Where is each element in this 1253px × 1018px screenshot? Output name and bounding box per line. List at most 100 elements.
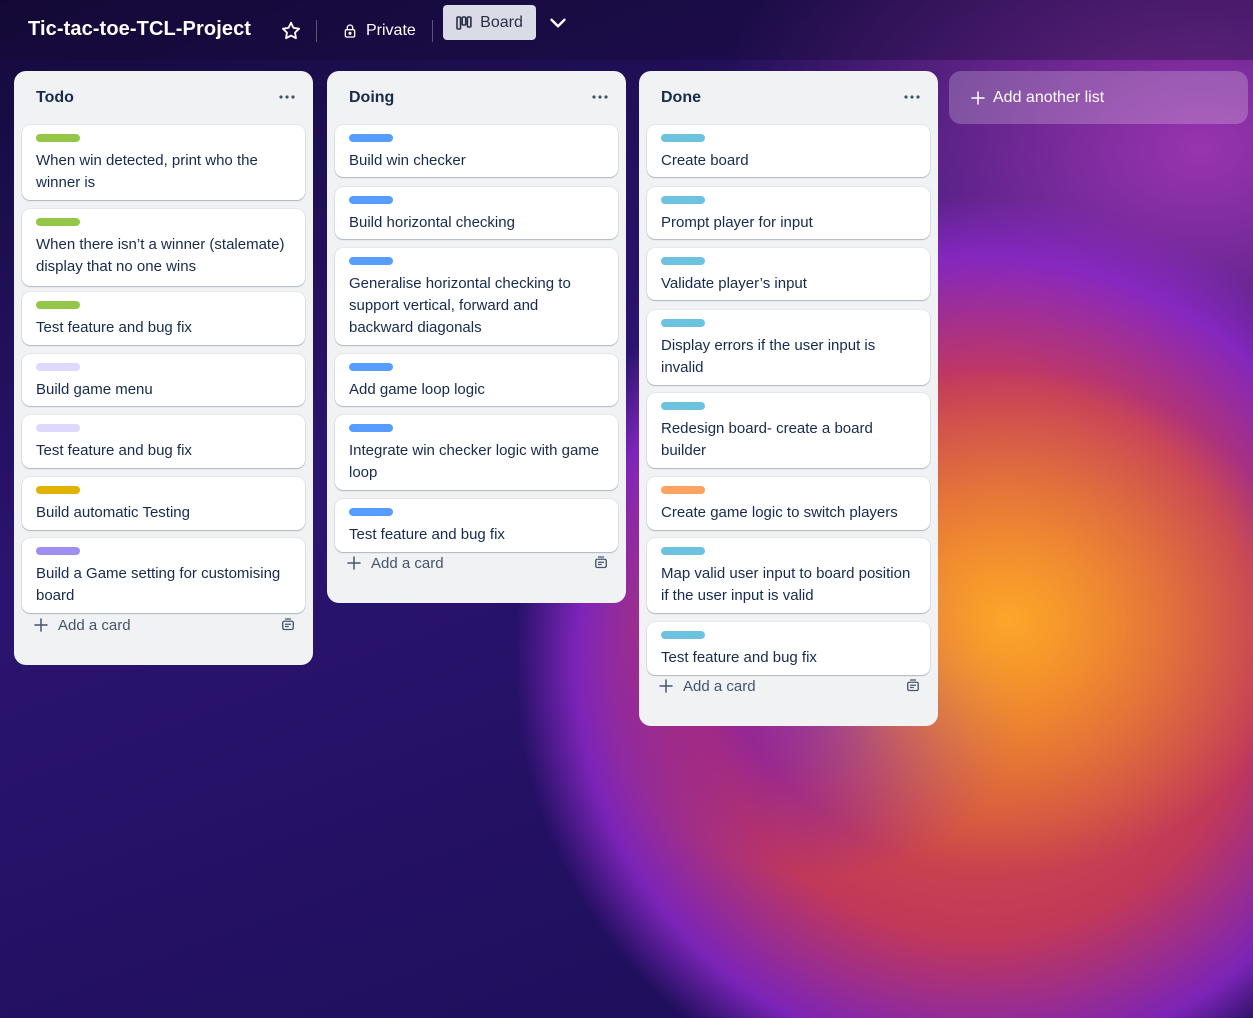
card-label-blue[interactable] [349, 508, 393, 516]
list-header: Doing [327, 71, 626, 125]
list-done: Done Create board Prompt player for input V… [639, 71, 938, 726]
card[interactable]: Generalise horizontal checking to suppor… [335, 248, 618, 345]
card-title: Build win checker [349, 152, 466, 169]
card-label-teal[interactable] [661, 134, 705, 142]
card-title: Test feature and bug fix [661, 649, 817, 666]
card[interactable]: Integrate win checker logic with game lo… [335, 415, 618, 490]
create-from-template-icon[interactable] [904, 677, 922, 695]
card-title: Add game loop logic [349, 381, 485, 398]
card-label-orange[interactable] [661, 486, 705, 494]
card-title: Test feature and bug fix [36, 319, 192, 336]
card-label-green[interactable] [36, 301, 80, 309]
card-title: Prompt player for input [661, 214, 813, 231]
card-label-blue[interactable] [349, 134, 393, 142]
card[interactable]: Test feature and bug fix [335, 499, 618, 552]
board-title[interactable]: Tic-tac-toe-TCL-Project [28, 18, 251, 41]
board-icon [456, 15, 472, 30]
list-title[interactable]: Doing [349, 89, 394, 107]
more-actions-icon[interactable] [900, 85, 924, 109]
add-card-button[interactable]: Add a card [22, 609, 305, 641]
card-title: Redesign board- create a board builder [661, 420, 873, 459]
card[interactable]: Validate player’s input [647, 248, 930, 300]
card[interactable]: Map valid user input to board position i… [647, 538, 930, 613]
add-list-label: Add another list [993, 88, 1105, 106]
chevron-down-icon[interactable] [545, 10, 571, 36]
card[interactable]: Build automatic Testing [22, 477, 305, 530]
card-label-teal[interactable] [661, 402, 705, 410]
card[interactable]: When win detected, print who the winner … [22, 125, 305, 200]
card-label-blue[interactable] [349, 424, 393, 432]
add-another-list-button[interactable]: Add another list [949, 71, 1248, 124]
card-title: When win detected, print who the winner … [36, 152, 258, 191]
card-label-lavender[interactable] [36, 424, 80, 432]
card-title: Test feature and bug fix [36, 442, 192, 459]
card[interactable]: Display errors if the user input is inva… [647, 310, 930, 385]
card[interactable]: Add game loop logic [335, 354, 618, 406]
card-title: Generalise horizontal checking to suppor… [349, 275, 571, 336]
header-divider [316, 20, 317, 42]
star-icon[interactable] [280, 20, 302, 42]
card-title: Test feature and bug fix [349, 526, 505, 543]
card-label-teal[interactable] [661, 257, 705, 265]
board-header: Tic-tac-toe-TCL-Project Private Board [0, 0, 1253, 60]
add-card-label: Add a card [58, 616, 131, 634]
card-title: Display errors if the user input is inva… [661, 337, 876, 376]
card-title: Build horizontal checking [349, 214, 515, 231]
board-view-button[interactable]: Board [443, 5, 536, 40]
card-label-teal[interactable] [661, 196, 705, 204]
card-title: Build automatic Testing [36, 504, 190, 521]
card[interactable]: Build a Game setting for customising boa… [22, 538, 305, 613]
card[interactable]: Create game logic to switch players [647, 477, 930, 530]
list-title[interactable]: Todo [36, 89, 74, 107]
card-label-teal[interactable] [661, 631, 705, 639]
card-title: Build game menu [36, 381, 153, 398]
card-label-green[interactable] [36, 218, 80, 226]
list-doing: Doing Build win checker Build horizontal c… [327, 71, 626, 603]
create-from-template-icon[interactable] [279, 616, 297, 634]
card-label-blue[interactable] [349, 196, 393, 204]
card[interactable]: Test feature and bug fix [22, 415, 305, 468]
visibility-button[interactable]: Private [336, 16, 422, 46]
card[interactable]: Test feature and bug fix [647, 622, 930, 675]
card-label-teal[interactable] [661, 547, 705, 555]
create-from-template-icon[interactable] [592, 554, 610, 572]
list-todo: Todo When win detected, print who the win… [14, 71, 313, 665]
card[interactable]: Build game menu [22, 354, 305, 406]
card-label-blue[interactable] [349, 363, 393, 371]
header-divider [432, 20, 433, 42]
board-view-label: Board [480, 13, 523, 31]
card[interactable]: Build win checker [335, 125, 618, 177]
add-card-button[interactable]: Add a card [335, 547, 618, 579]
more-actions-icon[interactable] [588, 85, 612, 109]
card-label-green[interactable] [36, 134, 80, 142]
plus-icon [34, 618, 48, 632]
card-label-purple[interactable] [36, 547, 80, 555]
card-title: Integrate win checker logic with game lo… [349, 442, 600, 481]
visibility-label: Private [366, 22, 416, 39]
card-label-blue[interactable] [349, 257, 393, 265]
card[interactable]: Redesign board- create a board builder [647, 393, 930, 468]
plus-icon [971, 90, 985, 105]
card-title: Build a Game setting for customising boa… [36, 565, 281, 604]
list-header: Todo [14, 71, 313, 125]
add-card-label: Add a card [683, 677, 756, 695]
card-label-yellow[interactable] [36, 486, 80, 494]
card[interactable]: Build horizontal checking [335, 187, 618, 239]
list-header: Done [639, 71, 938, 125]
card-title: Validate player’s input [661, 275, 807, 292]
card[interactable]: Test feature and bug fix [22, 292, 305, 345]
add-card-button[interactable]: Add a card [647, 670, 930, 702]
card-label-teal[interactable] [661, 319, 705, 327]
lock-icon [344, 24, 356, 38]
card-title: When there isn’t a winner (stalemate) di… [36, 236, 285, 275]
card[interactable]: When there isn’t a winner (stalemate) di… [22, 209, 305, 286]
card-title: Map valid user input to board position i… [661, 565, 911, 604]
plus-icon [659, 679, 673, 693]
add-card-label: Add a card [371, 554, 444, 572]
card[interactable]: Create board [647, 125, 930, 177]
card-label-lavender[interactable] [36, 363, 80, 371]
card[interactable]: Prompt player for input [647, 187, 930, 239]
plus-icon [347, 556, 361, 570]
list-title[interactable]: Done [661, 89, 701, 107]
more-actions-icon[interactable] [275, 85, 299, 109]
